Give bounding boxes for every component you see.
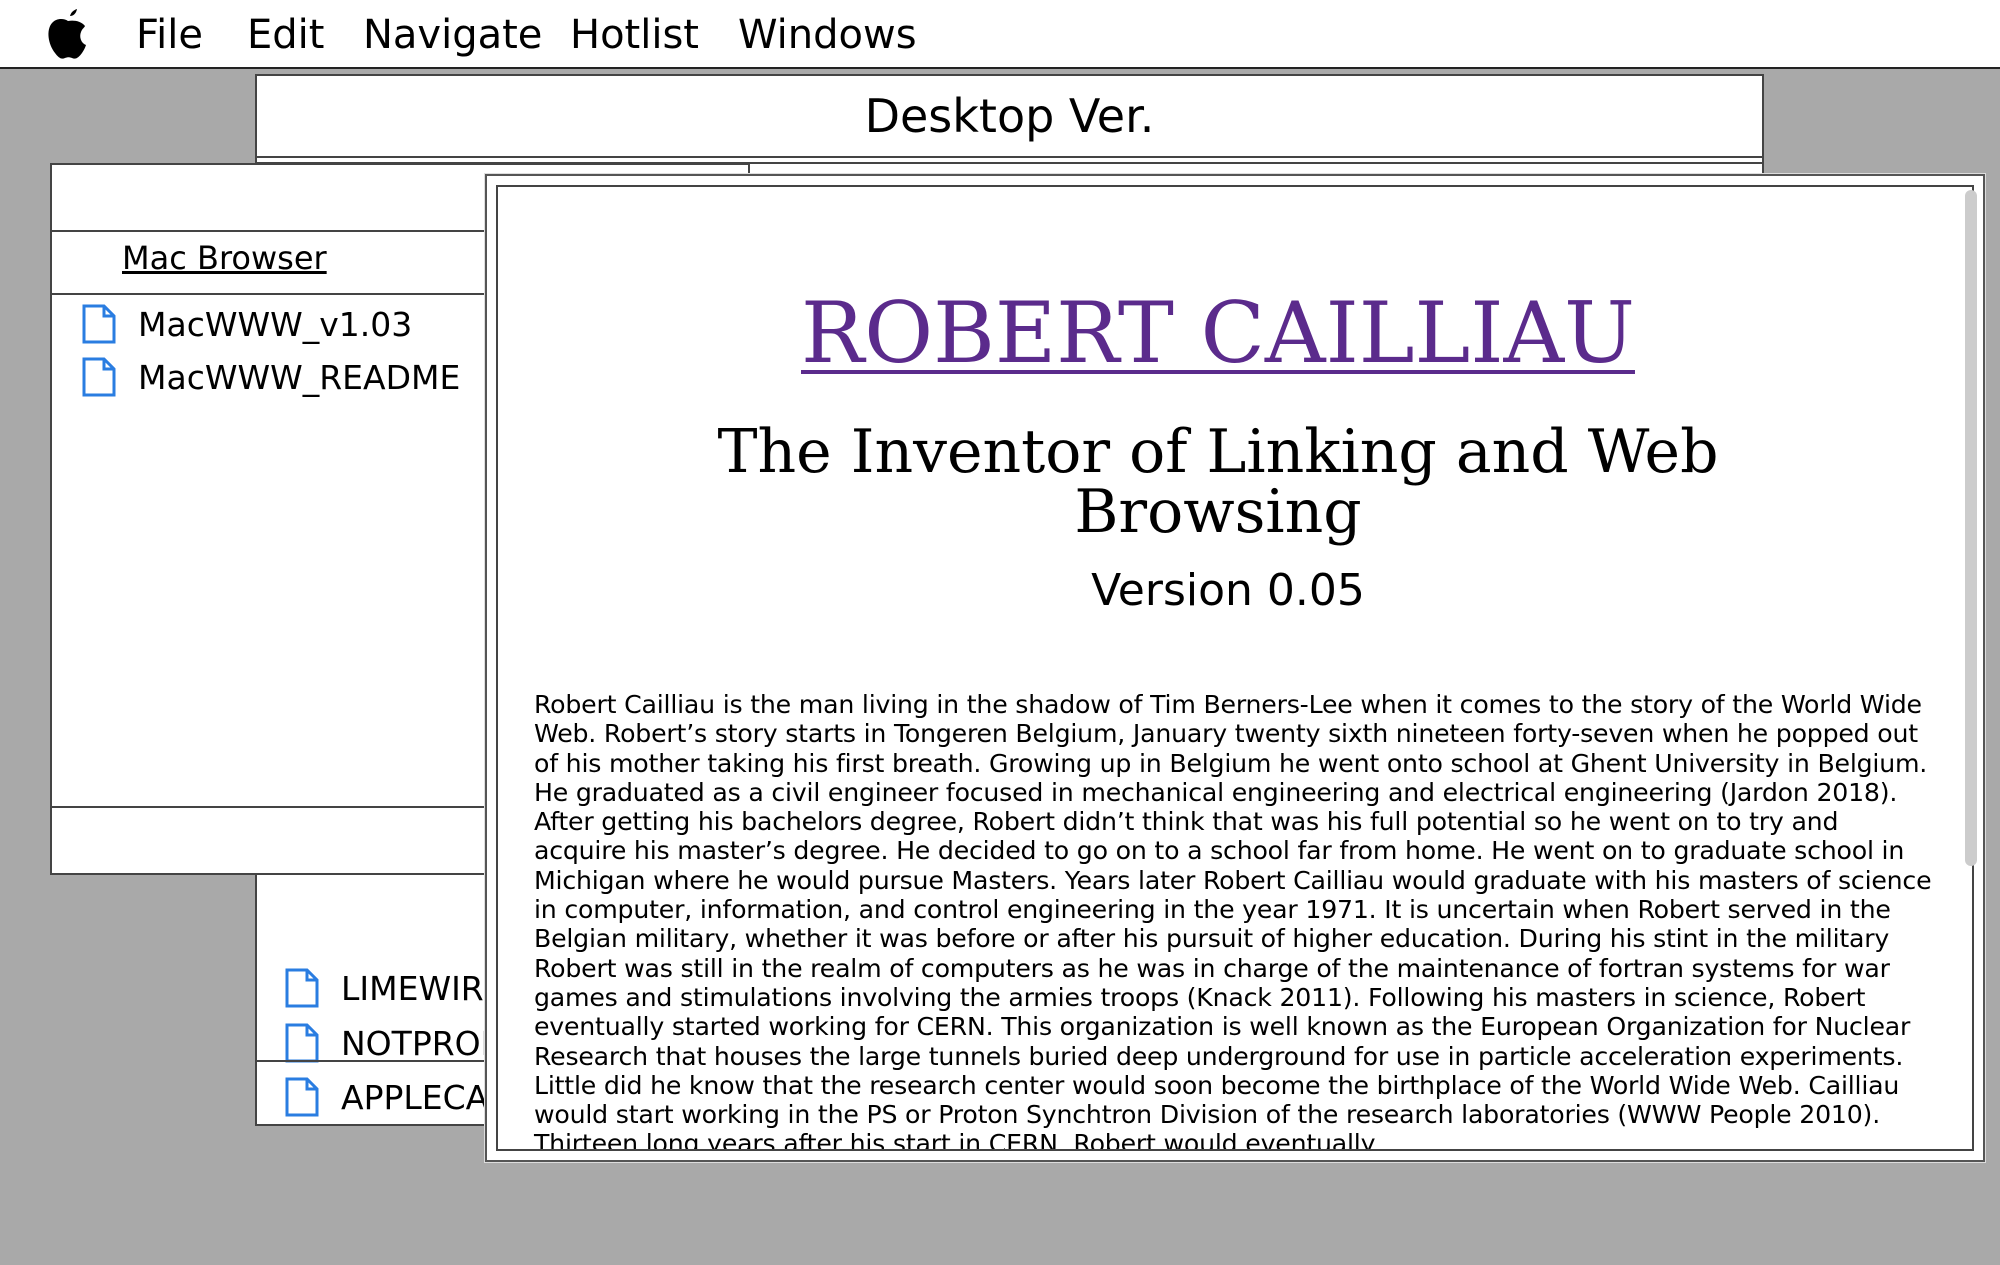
document-icon <box>285 1077 319 1117</box>
vertical-scrollbar[interactable] <box>1965 190 1977 866</box>
article-body: Robert Cailliau is the man living in the… <box>534 690 1932 1151</box>
article-subtitle: The Inventor of Linking and Web Browsing <box>717 417 1719 547</box>
version-label: Version 0.05 <box>1091 565 1365 616</box>
file-label: MacWWW_README <box>138 357 461 397</box>
file-label: MacWWW_v1.03 <box>138 304 413 344</box>
file-item-applecar[interactable]: APPLECAR <box>285 1073 511 1121</box>
document-icon <box>285 1023 319 1063</box>
document-icon <box>82 304 116 344</box>
file-label: NOTPRON <box>341 1023 506 1063</box>
menu-navigate[interactable]: Navigate <box>363 10 542 60</box>
menu-edit[interactable]: Edit <box>247 10 324 60</box>
file-item-limewire[interactable]: LIMEWIRE <box>285 964 505 1012</box>
menu-windows[interactable]: Windows <box>738 10 917 60</box>
desktop-window-title[interactable]: Desktop Ver. <box>257 76 1762 158</box>
apple-logo-icon[interactable] <box>44 6 92 62</box>
menu-hotlist[interactable]: Hotlist <box>570 10 699 60</box>
article-content-frame: ROBERT CAILLIAU The Inventor of Linking … <box>496 185 1974 1151</box>
menu-bar: File Edit Navigate Hotlist Windows <box>0 0 2000 69</box>
file-label: LIMEWIRE <box>341 968 505 1008</box>
document-icon <box>82 357 116 397</box>
menu-file[interactable]: File <box>136 10 203 60</box>
file-item-macwww-v103[interactable]: MacWWW_v1.03 <box>82 300 412 348</box>
file-item-macwww-readme[interactable]: MacWWW_README <box>82 353 460 401</box>
article-window[interactable]: ROBERT CAILLIAU The Inventor of Linking … <box>485 174 1985 1162</box>
mac-browser-title: Mac Browser <box>122 239 327 277</box>
headline-link[interactable]: ROBERT CAILLIAU <box>498 285 1938 381</box>
document-icon <box>285 968 319 1008</box>
